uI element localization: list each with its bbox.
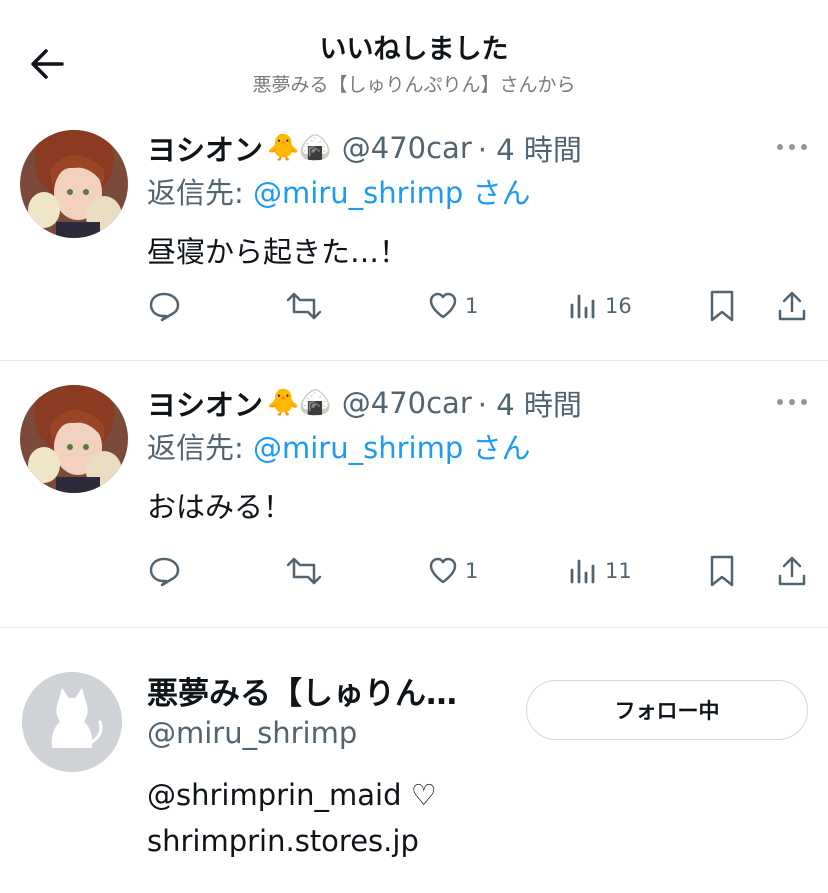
reply-suffix: さん bbox=[463, 431, 531, 465]
tweet[interactable]: ヨシオン 🐥🍙 @470car · 4 時間 返信先: @miru_shrimp… bbox=[0, 381, 828, 626]
bio-line[interactable]: @shrimprin_maid ♡ bbox=[147, 772, 437, 818]
like-count: 1 bbox=[465, 559, 479, 583]
bookmark-icon[interactable] bbox=[707, 551, 737, 591]
tweet-text: 昼寝から起きた…！ bbox=[147, 235, 409, 269]
user-card[interactable]: 悪夢みる【しゅりん… @miru_shrimp フォロー中 @shrimprin… bbox=[0, 650, 828, 893]
like-button[interactable]: 1 bbox=[427, 286, 478, 326]
views-button[interactable]: 16 bbox=[567, 286, 632, 326]
tweet-text: おはみる！ bbox=[147, 490, 293, 524]
user-bio: @shrimprin_maid ♡ shrimprin.stores.jp bbox=[147, 772, 437, 864]
user-name[interactable]: 悪夢みる【しゅりん… bbox=[147, 668, 457, 713]
author-name[interactable]: ヨシオン bbox=[147, 127, 263, 169]
like-count: 1 bbox=[465, 294, 479, 318]
author-handle[interactable]: @470car bbox=[342, 131, 472, 165]
tweet-time: · 4 時間 bbox=[477, 388, 582, 422]
divider bbox=[0, 627, 828, 628]
views-button[interactable]: 11 bbox=[567, 551, 632, 591]
heart-icon bbox=[429, 292, 457, 319]
user-handle[interactable]: @miru_shrimp bbox=[147, 716, 357, 750]
page-title: いいねしました bbox=[319, 34, 509, 65]
retweet-icon[interactable] bbox=[285, 286, 323, 326]
following-button[interactable]: フォロー中 bbox=[526, 680, 808, 740]
tweet-actions: 1 16 bbox=[147, 286, 817, 326]
author-avatar[interactable] bbox=[20, 385, 128, 493]
page-subtitle: 悪夢みる【しゅりんぷりん】さんから bbox=[252, 74, 576, 96]
more-icon[interactable] bbox=[774, 393, 810, 411]
reply-icon[interactable] bbox=[147, 286, 181, 326]
reply-suffix: さん bbox=[463, 176, 531, 210]
top-bar: いいねしました 悪夢みる【しゅりんぷりん】さんから bbox=[0, 0, 828, 110]
author-emoji: 🐥🍙 bbox=[267, 133, 332, 163]
share-icon[interactable] bbox=[775, 286, 809, 326]
divider bbox=[0, 360, 828, 361]
author-emoji: 🐥🍙 bbox=[267, 388, 332, 418]
retweet-icon[interactable] bbox=[285, 551, 323, 591]
more-icon[interactable] bbox=[774, 138, 810, 156]
bio-line[interactable]: shrimprin.stores.jp bbox=[147, 818, 437, 864]
tweet[interactable]: ヨシオン 🐥🍙 @470car · 4 時間 返信先: @miru_shrimp… bbox=[0, 126, 828, 360]
heart-icon bbox=[429, 557, 457, 584]
views-icon bbox=[570, 559, 595, 584]
tweet-header: ヨシオン 🐥🍙 @470car · 4 時間 bbox=[147, 126, 582, 170]
like-button[interactable]: 1 bbox=[427, 551, 478, 591]
reply-prefix: 返信先: bbox=[147, 176, 253, 210]
views-icon bbox=[570, 294, 595, 319]
default-avatar-icon[interactable] bbox=[22, 672, 122, 772]
reply-context: 返信先: @miru_shrimp さん bbox=[147, 170, 530, 212]
author-avatar[interactable] bbox=[20, 130, 128, 238]
reply-prefix: 返信先: bbox=[147, 431, 253, 465]
view-count: 11 bbox=[605, 559, 632, 583]
bookmark-icon[interactable] bbox=[707, 286, 737, 326]
author-name[interactable]: ヨシオン bbox=[147, 382, 263, 424]
reply-to-link[interactable]: @miru_shrimp bbox=[253, 176, 463, 210]
tweet-header: ヨシオン 🐥🍙 @470car · 4 時間 bbox=[147, 381, 582, 425]
author-handle[interactable]: @470car bbox=[342, 386, 472, 420]
share-icon[interactable] bbox=[775, 551, 809, 591]
tweet-time: · 4 時間 bbox=[477, 133, 582, 167]
view-count: 16 bbox=[605, 294, 632, 318]
reply-context: 返信先: @miru_shrimp さん bbox=[147, 425, 530, 467]
tweet-actions: 1 11 bbox=[147, 551, 817, 591]
reply-to-link[interactable]: @miru_shrimp bbox=[253, 431, 463, 465]
reply-icon[interactable] bbox=[147, 551, 181, 591]
